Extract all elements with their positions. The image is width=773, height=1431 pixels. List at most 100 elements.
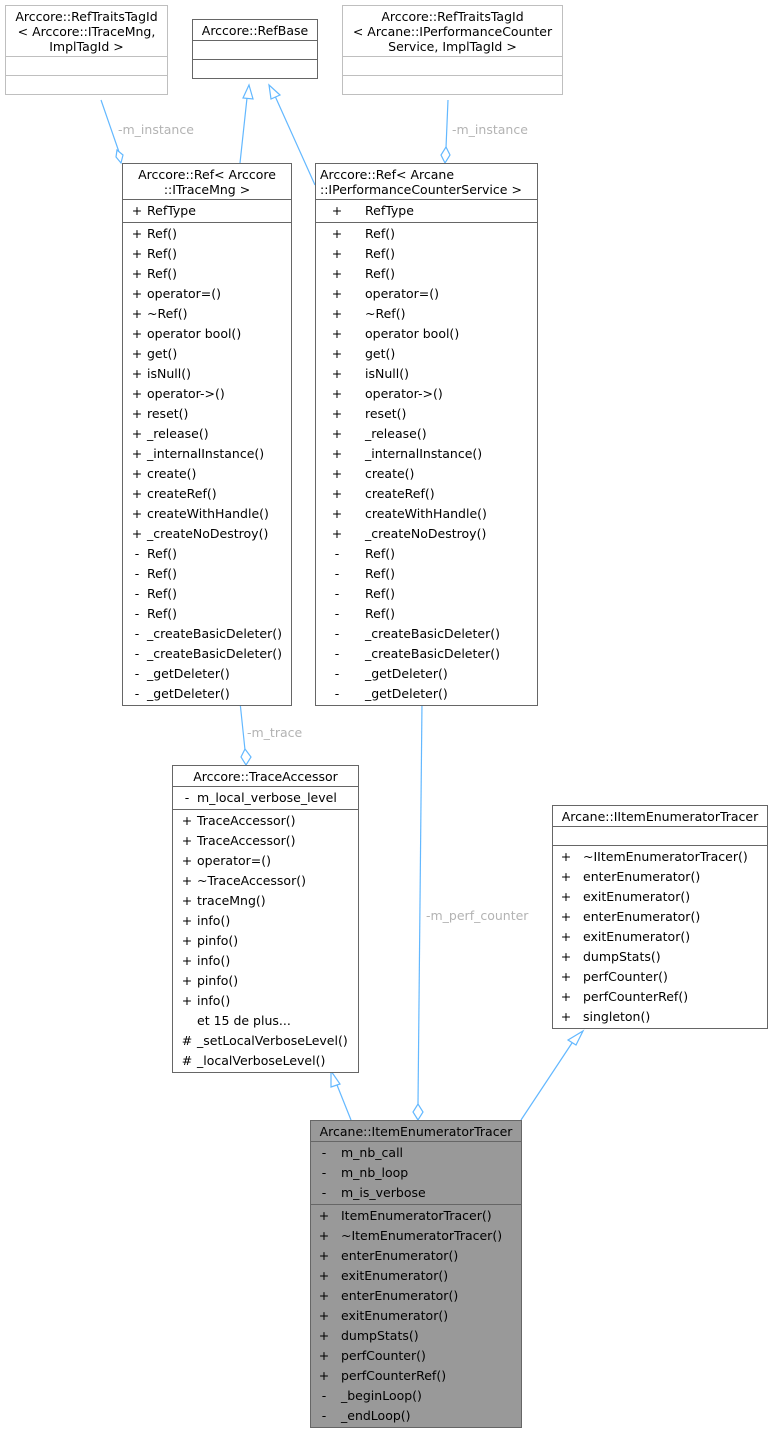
method-row[interactable]: + ItemEnumeratorTracer() [311,1206,521,1226]
method-row[interactable]: - _getDeleter() [316,684,537,704]
method-row[interactable]: + TraceAccessor() [173,831,358,851]
method-row[interactable]: + dumpStats() [311,1326,521,1346]
method-row[interactable]: - Ref() [316,544,537,564]
method-row[interactable]: - _createBasicDeleter() [123,624,291,644]
method-row[interactable]: + create() [123,464,291,484]
method-row[interactable]: - _createBasicDeleter() [316,644,537,664]
method-row[interactable]: - _createBasicDeleter() [123,644,291,664]
class-reftraits-perfcounter[interactable]: Arccore::RefTraitsTagId < Arcane::IPerfor… [342,5,563,95]
method-row[interactable]: + TraceAccessor() [173,811,358,831]
attribute-row[interactable]: - m_nb_loop [311,1163,521,1183]
method-row[interactable]: + isNull() [316,364,537,384]
method-row[interactable]: + enterEnumerator() [553,907,767,927]
method-row[interactable]: + operator bool() [316,324,537,344]
method-row[interactable]: - Ref() [316,584,537,604]
method-row[interactable]: + Ref() [123,224,291,244]
attribute-row[interactable]: - m_local_verbose_level [173,788,358,808]
method-row[interactable]: + _createNoDestroy() [123,524,291,544]
method-row[interactable]: # _setLocalVerboseLevel() [173,1031,358,1051]
method-row[interactable]: + enterEnumerator() [553,867,767,887]
method-row[interactable]: + createWithHandle() [316,504,537,524]
class-iitem-enumerator-tracer[interactable]: Arcane::IItemEnumeratorTracer + ~IItemEnum… [552,805,768,1029]
method-row[interactable]: + pinfo() [173,971,358,991]
method-row[interactable]: + enterEnumerator() [311,1246,521,1266]
method-row[interactable]: - _getDeleter() [123,664,291,684]
attribute-row[interactable]: + RefType [123,201,291,221]
method-row[interactable]: + _internalInstance() [123,444,291,464]
method-row[interactable]: + reset() [316,404,537,424]
method-row[interactable]: + traceMng() [173,891,358,911]
method-row[interactable]: + exitEnumerator() [311,1306,521,1326]
method-row[interactable]: + reset() [123,404,291,424]
method-row[interactable]: - Ref() [123,584,291,604]
method-row[interactable]: + ~Ref() [123,304,291,324]
member-name: _getDeleter() [147,686,230,701]
class-refbase[interactable]: Arccore::RefBase [192,19,318,79]
method-row[interactable]: + exitEnumerator() [311,1266,521,1286]
method-row[interactable]: - _getDeleter() [316,664,537,684]
class-reftraits-tracemng[interactable]: Arccore::RefTraitsTagId < Arccore::ITrace… [5,5,168,95]
method-row[interactable]: + operator bool() [123,324,291,344]
method-row[interactable]: + Ref() [316,224,537,244]
method-row[interactable]: + _internalInstance() [316,444,537,464]
method-row[interactable]: + exitEnumerator() [553,927,767,947]
method-row[interactable]: + createWithHandle() [123,504,291,524]
method-row[interactable]: - _endLoop() [311,1406,521,1426]
method-row[interactable]: + info() [173,911,358,931]
method-row[interactable]: - Ref() [123,564,291,584]
method-row[interactable]: + Ref() [123,264,291,284]
method-row[interactable]: # _localVerboseLevel() [173,1051,358,1071]
class-title-line: Arccore::TraceAccessor [193,769,338,784]
method-row[interactable]: + Ref() [123,244,291,264]
method-row[interactable]: - _getDeleter() [123,684,291,704]
method-row[interactable]: + ~IItemEnumeratorTracer() [553,847,767,867]
method-row[interactable]: - Ref() [123,544,291,564]
attribute-row[interactable]: - m_nb_call [311,1143,521,1163]
method-row[interactable]: + perfCounter() [311,1346,521,1366]
method-row[interactable]: + createRef() [123,484,291,504]
method-row[interactable]: + exitEnumerator() [553,887,767,907]
class-ref-perfcounter[interactable]: Arccore::Ref< Arcane::IPerformanceCounte… [315,163,538,706]
class-trace-accessor[interactable]: Arccore::TraceAccessor- m_local_verbose_l… [172,765,359,1073]
attribute-row[interactable]: + RefType [316,201,537,221]
method-row[interactable]: + operator->() [316,384,537,404]
method-row[interactable]: + singleton() [553,1007,767,1027]
class-item-enumerator-tracer[interactable]: Arcane::ItemEnumeratorTracer - m_nb_call - m… [310,1120,522,1428]
method-row[interactable]: + info() [173,951,358,971]
visibility-marker: + [331,426,343,441]
method-row[interactable]: + perfCounterRef() [553,987,767,1007]
method-row[interactable]: + ~TraceAccessor() [173,871,358,891]
method-row[interactable]: + pinfo() [173,931,358,951]
visibility-marker: + [131,286,143,301]
method-row[interactable]: + perfCounter() [553,967,767,987]
method-row[interactable]: + ~ItemEnumeratorTracer() [311,1226,521,1246]
class-ref-tracemng[interactable]: Arccore::Ref< Arccore::ITraceMng > + RefTy… [122,163,292,706]
method-row[interactable]: + get() [123,344,291,364]
method-row[interactable]: + perfCounterRef() [311,1366,521,1386]
method-row[interactable]: - _createBasicDeleter() [316,624,537,644]
method-row[interactable]: + Ref() [316,244,537,264]
method-row[interactable]: + info() [173,991,358,1011]
method-row[interactable]: + createRef() [316,484,537,504]
class-title: Arccore::RefTraitsTagId < Arcane::IPerfor… [343,6,562,57]
method-row[interactable]: + create() [316,464,537,484]
method-row[interactable]: + _release() [316,424,537,444]
method-row[interactable]: + Ref() [316,264,537,284]
method-row[interactable]: et 15 de plus... [173,1011,358,1031]
method-row[interactable]: - Ref() [316,564,537,584]
method-row[interactable]: + ~Ref() [316,304,537,324]
method-row[interactable]: + isNull() [123,364,291,384]
method-row[interactable]: - Ref() [316,604,537,624]
method-row[interactable]: + operator=() [316,284,537,304]
method-row[interactable]: - _beginLoop() [311,1386,521,1406]
method-row[interactable]: + enterEnumerator() [311,1286,521,1306]
method-row[interactable]: + operator=() [173,851,358,871]
method-row[interactable]: + _release() [123,424,291,444]
method-row[interactable]: + _createNoDestroy() [316,524,537,544]
attribute-row[interactable]: - m_is_verbose [311,1183,521,1203]
method-row[interactable]: + get() [316,344,537,364]
method-row[interactable]: - Ref() [123,604,291,624]
method-row[interactable]: + dumpStats() [553,947,767,967]
method-row[interactable]: + operator->() [123,384,291,404]
method-row[interactable]: + operator=() [123,284,291,304]
